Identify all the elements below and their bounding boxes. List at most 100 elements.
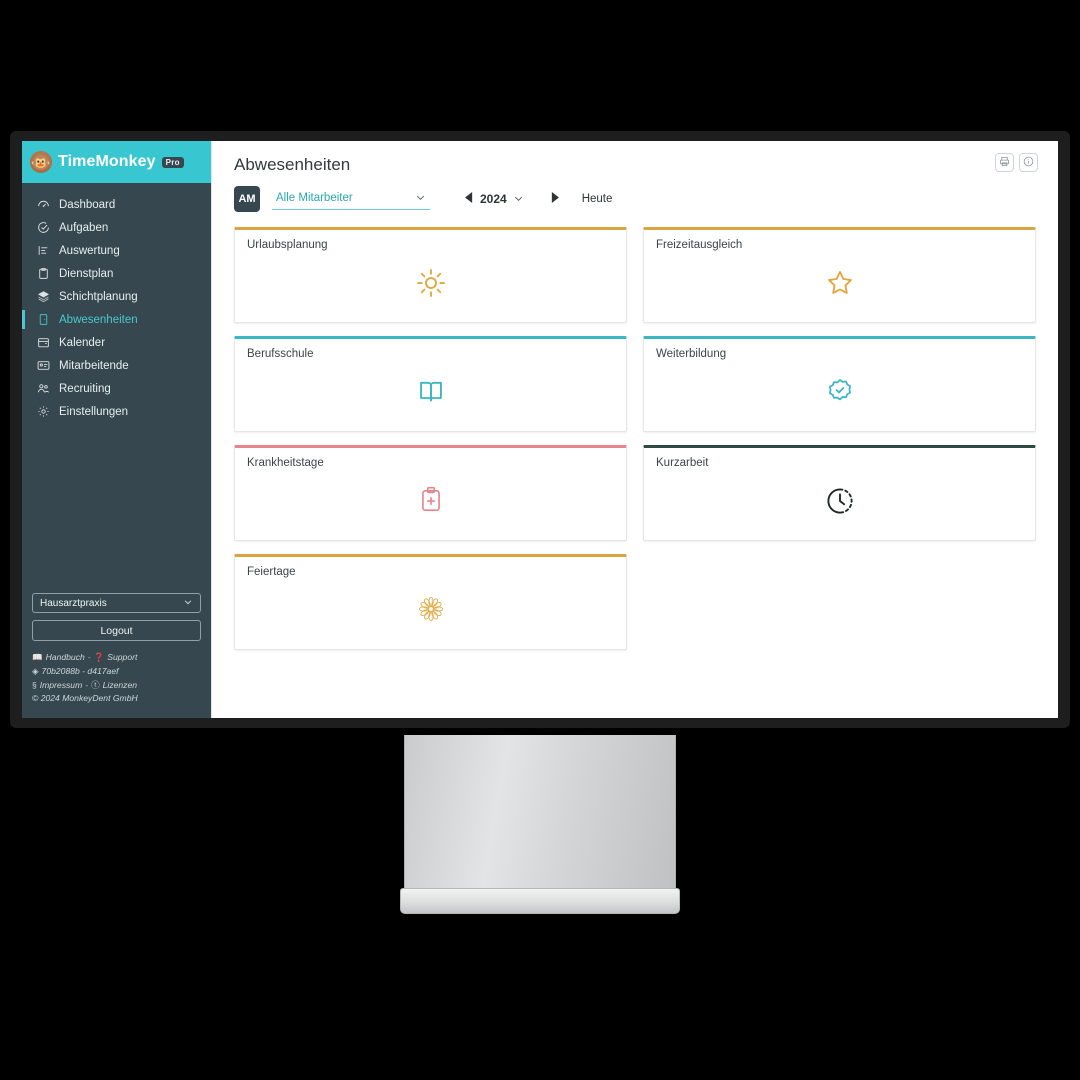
chevron-down-icon	[415, 192, 426, 205]
sidebar-item-mitarbeitende[interactable]: Mitarbeitende	[22, 354, 211, 377]
sidebar-item-schichtplanung[interactable]: Schichtplanung	[22, 285, 211, 308]
sidebar-footer: 📖 Handbuch - ❓ Support ◈ 70b2088b - d417…	[22, 651, 211, 718]
sidebar-item-label: Schichtplanung	[59, 290, 138, 303]
sidebar-item-recruiting[interactable]: Recruiting	[22, 377, 211, 400]
sidebar-item-abwesenheiten[interactable]: Abwesenheiten	[22, 308, 211, 331]
brand-bar[interactable]: 🐵 TimeMonkey Pro	[22, 141, 211, 183]
sidebar-item-aufgaben[interactable]: Aufgaben	[22, 216, 211, 239]
next-year-button[interactable]	[544, 192, 566, 206]
monkey-face-icon: 🐵	[30, 151, 52, 173]
sidebar-nav: Dashboard Aufgaben Auswertung Dienstplan…	[22, 183, 211, 423]
organization-select-value: Hausarztpraxis	[40, 597, 107, 609]
sidebar-item-label: Dashboard	[59, 198, 116, 211]
id-card-icon	[36, 359, 50, 372]
card-title: Berufsschule	[247, 348, 314, 360]
chevron-down-icon	[183, 597, 193, 610]
absence-card-urlaubsplanung[interactable]: Urlaubsplanung	[234, 227, 627, 323]
support-link[interactable]: Support	[107, 651, 137, 665]
info-button[interactable]	[1019, 153, 1038, 172]
sidebar-item-label: Aufgaben	[59, 221, 109, 234]
footer-line-2: ◈ 70b2088b - d417aef	[32, 665, 201, 679]
star-icon	[644, 268, 1035, 298]
main-content: Abwesenheiten AM Alle Mitarbeiter 2024 H…	[211, 141, 1058, 718]
people-icon	[36, 382, 50, 395]
medical-clipboard-icon	[235, 486, 626, 514]
door-icon	[36, 313, 50, 326]
chevron-down-icon	[513, 193, 524, 206]
copyright-text: © 2024 MonkeyDent GmbH	[32, 693, 138, 704]
sidebar-item-label: Kalender	[59, 336, 106, 349]
bar-chart-icon	[36, 244, 50, 257]
diamond-icon: ◈	[32, 665, 39, 676]
absence-card-berufsschule[interactable]: Berufsschule	[234, 336, 627, 432]
sun-icon	[235, 268, 626, 298]
triangle-right-icon	[550, 192, 560, 206]
year-select[interactable]: 2024	[480, 192, 524, 206]
sidebar-item-label: Einstellungen	[59, 405, 129, 418]
brand-name: TimeMonkey	[58, 153, 156, 170]
gauge-icon	[36, 198, 50, 211]
organization-select[interactable]: Hausarztpraxis	[32, 593, 201, 613]
verified-badge-icon	[644, 377, 1035, 407]
header-actions	[995, 153, 1038, 172]
sidebar: 🐵 TimeMonkey Pro Dashboard Aufgaben Ausw…	[22, 141, 211, 718]
absence-card-feiertage[interactable]: Feiertage	[234, 554, 627, 650]
monitor-screen: 🐵 TimeMonkey Pro Dashboard Aufgaben Ausw…	[22, 141, 1058, 718]
calendar-icon	[36, 336, 50, 349]
info-circle-icon	[1023, 154, 1034, 172]
sidebar-item-einstellungen[interactable]: Einstellungen	[22, 400, 211, 423]
clock-dashed-icon	[644, 486, 1035, 516]
main-header: Abwesenheiten	[212, 141, 1058, 175]
logout-button-label: Logout	[100, 624, 133, 637]
employee-filter-select[interactable]: Alle Mitarbeiter	[272, 189, 430, 210]
absence-card-freizeitausgleich[interactable]: Freizeitausgleich	[643, 227, 1036, 323]
sidebar-item-kalender[interactable]: Kalender	[22, 331, 211, 354]
handbuch-link[interactable]: Handbuch	[46, 651, 85, 665]
gear-icon	[36, 405, 50, 418]
open-book-icon	[235, 377, 626, 405]
absence-card-weiterbildung[interactable]: Weiterbildung	[643, 336, 1036, 432]
question-circle-icon: ❓	[93, 652, 105, 663]
build-hash: 70b2088b - d417aef	[41, 665, 119, 676]
card-title: Feiertage	[247, 566, 296, 578]
footer-line-1: 📖 Handbuch - ❓ Support	[32, 651, 201, 665]
flower-rosette-icon	[235, 595, 626, 623]
year-value: 2024	[480, 192, 507, 206]
sidebar-item-dashboard[interactable]: Dashboard	[22, 193, 211, 216]
footer-separator: -	[87, 652, 91, 662]
page-title: Abwesenheiten	[234, 155, 351, 174]
print-button[interactable]	[995, 153, 1014, 172]
monitor-stand-base	[400, 888, 680, 914]
absence-card-krankheitstage[interactable]: Krankheitstage	[234, 445, 627, 541]
clipboard-icon	[36, 267, 50, 280]
footer-separator: -	[85, 679, 89, 690]
card-title: Freizeitausgleich	[656, 239, 743, 251]
lizenzen-link[interactable]: Lizenzen	[103, 679, 137, 693]
printer-icon	[999, 154, 1010, 172]
pro-badge: Pro	[161, 156, 184, 168]
avatar[interactable]: AM	[234, 186, 260, 212]
card-title: Urlaubsplanung	[247, 239, 328, 251]
sidebar-item-dienstplan[interactable]: Dienstplan	[22, 262, 211, 285]
impressum-link[interactable]: Impressum	[40, 679, 83, 693]
footer-line-3: § Impressum - ⓣ Lizenzen	[32, 679, 201, 693]
employee-filter-value: Alle Mitarbeiter	[276, 192, 353, 204]
previous-year-button[interactable]	[458, 192, 480, 206]
sidebar-item-label: Abwesenheiten	[59, 313, 138, 326]
card-title: Weiterbildung	[656, 348, 727, 360]
sidebar-item-auswertung[interactable]: Auswertung	[22, 239, 211, 262]
triangle-left-icon	[464, 192, 474, 206]
logout-button[interactable]: Logout	[32, 620, 201, 641]
today-button[interactable]: Heute	[582, 193, 613, 205]
absence-card-grid: Urlaubsplanung Freizeitausgleich Berufss…	[212, 212, 1058, 650]
footer-line-4: © 2024 MonkeyDent GmbH	[32, 692, 201, 706]
sidebar-item-label: Auswertung	[59, 244, 120, 257]
toolbar: AM Alle Mitarbeiter 2024 Heute	[212, 175, 1058, 212]
check-circle-icon	[36, 221, 50, 234]
absence-card-kurzarbeit[interactable]: Kurzarbeit	[643, 445, 1036, 541]
layers-icon	[36, 290, 50, 303]
sidebar-item-label: Recruiting	[59, 382, 111, 395]
copyright-badge-icon: ⓣ	[91, 679, 100, 690]
sidebar-item-label: Dienstplan	[59, 267, 114, 280]
